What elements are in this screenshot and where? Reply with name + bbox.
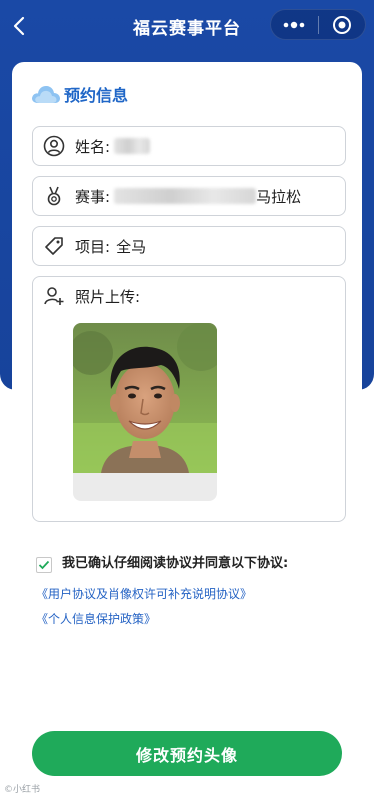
uploaded-photo[interactable] [73, 323, 217, 501]
item-label: 项目: [75, 237, 111, 256]
photo-upload-box: 照片上传: [32, 276, 346, 522]
section-header: 预约信息 [30, 82, 128, 106]
watermark: ©小红书 [4, 785, 41, 795]
more-dots-icon [283, 21, 305, 28]
item-field[interactable]: 项目: 全马 [32, 226, 346, 266]
modify-avatar-button[interactable]: 修改预约头像 [32, 731, 342, 776]
close-mini-program-button[interactable] [318, 10, 365, 39]
agreement-row: 我已确认仔细阅读协议并同意以下协议: [36, 554, 346, 574]
name-label: 姓名: [75, 137, 111, 156]
name-field[interactable]: 姓名: [32, 126, 346, 166]
redacted-name [114, 138, 151, 154]
reservation-card: 预约信息 姓名: 赛事: 马拉松 项目: 全马 照片上传: 我已确认仔细阅读协议… [12, 62, 362, 792]
tag-icon [43, 235, 65, 257]
add-user-icon [43, 285, 65, 307]
redacted-event-name [114, 188, 257, 204]
portrait-photo [73, 323, 217, 473]
target-circle-icon [332, 15, 351, 34]
medal-icon [43, 185, 65, 207]
photo-header: 照片上传: [43, 285, 140, 307]
mini-program-capsule [270, 9, 366, 40]
event-label: 赛事: [75, 187, 111, 206]
section-title: 预约信息 [64, 86, 129, 105]
page-title: 福云赛事平台 [133, 18, 241, 39]
user-agreement-link[interactable]: 《用户协议及肖像权许可补充说明协议》 [36, 585, 346, 603]
event-field[interactable]: 赛事: 马拉松 [32, 176, 346, 216]
privacy-policy-link[interactable]: 《个人信息保护政策》 [36, 610, 346, 628]
item-value: 全马 [116, 237, 147, 256]
checkmark-icon [38, 560, 50, 570]
navigation-bar: 福云赛事平台 [0, 0, 374, 52]
agreement-section: 我已确认仔细阅读协议并同意以下协议: 《用户协议及肖像权许可补充说明协议》 《个… [36, 554, 346, 628]
chevron-left-icon [13, 16, 25, 36]
agreement-text: 我已确认仔细阅读协议并同意以下协议: [62, 556, 289, 571]
back-button[interactable] [8, 14, 30, 38]
event-value-suffix: 马拉松 [256, 187, 302, 206]
photo-label: 照片上传: [75, 287, 141, 306]
more-button[interactable] [271, 10, 318, 39]
agreement-checkbox[interactable] [36, 557, 52, 573]
cloud-icon [32, 85, 60, 103]
user-circle-icon [43, 135, 65, 157]
